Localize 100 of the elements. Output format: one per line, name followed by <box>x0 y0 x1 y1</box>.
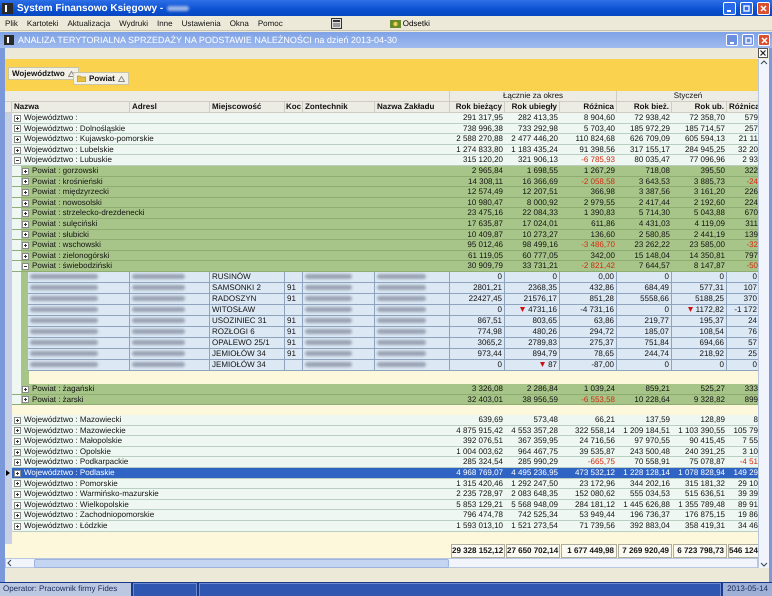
menu-item[interactable]: Inne <box>156 18 173 28</box>
group-chip[interactable]: Powiat <box>73 72 129 85</box>
calculator-icon[interactable] <box>330 18 342 28</box>
group-row[interactable]: Województwo : Mazowiecki 639,69 573,48 66,21 137,59 128,89 8 <box>5 415 758 426</box>
group-row[interactable]: Województwo : Podkarpackie 285 324,54 285 990,29 -665,75 70 558,91 75 078,87 -4 51 <box>5 457 758 468</box>
expand-icon[interactable] <box>14 125 21 132</box>
group-row[interactable]: Powiat : świebodziński 30 909,79 33 731,21 -2 821,42 7 644,57 8 147,87 -50 <box>5 261 758 272</box>
amount-cell-text: 392 883,04 <box>628 521 671 532</box>
group-row[interactable]: Powiat : strzelecko-drezdenecki 23 475,16 22 084,33 1 390,83 5 714,30 5 043,88 670 <box>5 208 758 219</box>
expand-icon[interactable] <box>14 438 21 446</box>
group-chip[interactable]: Województwo <box>8 67 79 80</box>
menu-item[interactable]: Okna <box>230 18 249 28</box>
expand-icon[interactable] <box>14 491 21 498</box>
expand-icon[interactable] <box>22 200 29 207</box>
menu-item[interactable]: Ustawienia <box>182 18 221 28</box>
close-button[interactable] <box>758 48 768 58</box>
expand-icon[interactable] <box>14 480 21 488</box>
interest-button[interactable]: Odsetki <box>390 18 430 28</box>
scroll-left-icon[interactable] <box>6 559 14 567</box>
expand-icon[interactable] <box>22 252 29 260</box>
menu-item[interactable]: Plik <box>5 18 18 28</box>
group-row[interactable]: Powiat : żarski 32 403,01 38 956,59 -6 553,58 10 228,64 9 328,82 899 <box>5 394 758 406</box>
expand-icon[interactable] <box>22 396 29 404</box>
group-row[interactable]: Województwo : Podlaskie 4 968 769,07 4 495 236,95 473 532,12 1 228 128,14 1 078 828,94 149 29 <box>5 468 758 479</box>
amount-cell-text: -665,75 <box>586 457 616 468</box>
group-row[interactable]: Województwo : 291 317,95 282 413,35 8 904,60 72 938,42 72 358,70 579 <box>5 113 758 124</box>
expand-icon[interactable] <box>14 146 21 154</box>
expand-icon[interactable] <box>14 448 21 456</box>
group-row[interactable]: Powiat : krośnieński 14 308,11 16 366,69 -2 058,58 3 643,53 3 885,73 -24 <box>5 176 758 188</box>
expand-icon[interactable] <box>14 427 21 434</box>
expand-icon[interactable] <box>14 459 21 466</box>
expand-icon[interactable] <box>22 188 29 196</box>
group-row[interactable]: Powiat : wschowski 95 012,46 98 499,16 -3 486,70 23 262,22 23 585,00 -32 <box>5 240 758 251</box>
expand-icon[interactable] <box>14 136 21 143</box>
group-row[interactable]: Powiat : żagański 3 326,08 2 286,84 1 039,24 859,21 525,27 333 <box>5 384 758 394</box>
maximize-button[interactable] <box>740 2 753 14</box>
expand-icon[interactable] <box>22 220 29 228</box>
group-label: Powiat : nowosolski <box>32 198 102 208</box>
menu-item[interactable]: Wydruki <box>119 18 148 28</box>
group-row[interactable]: Województwo : Lubelskie 1 274 833,80 1 183 435,24 91 398,56 317 155,17 284 945,25 32 20 <box>5 144 758 156</box>
group-row[interactable]: Województwo : Kujawsko-pomorskie 2 588 270,88 2 477 446,20 110 824,68 626 709,09 605 594,13 21 11 <box>5 134 758 145</box>
maximize-button[interactable] <box>742 34 754 46</box>
menu-item[interactable]: Kartoteki <box>26 18 58 28</box>
amount-cell-text: 226 <box>744 187 759 198</box>
column-group-header: Łącznie za okres <box>450 91 617 102</box>
group-row[interactable]: Województwo : Łódzkie 1 593 013,10 1 521 273,54 71 739,56 392 883,04 358 419,31 34 46 <box>5 521 758 532</box>
amount-cell: 244,74 <box>617 348 672 360</box>
vertical-scrollbar[interactable] <box>758 59 769 568</box>
group-row[interactable]: Województwo : Małopolskie 392 076,51 367 359,95 24 716,56 97 970,55 90 415,45 7 55 <box>5 436 758 447</box>
amount-cell-text: 240 391,25 <box>684 446 726 458</box>
amount-cell: 4731,16 <box>505 304 560 316</box>
expand-icon[interactable] <box>14 512 21 520</box>
menu-item[interactable]: Pomoc <box>258 18 283 28</box>
expand-icon[interactable] <box>22 210 29 218</box>
expand-icon[interactable] <box>22 168 29 175</box>
scroll-down-icon[interactable] <box>760 560 768 568</box>
amount-cell-text: 321 906,13 <box>516 155 559 166</box>
sort-icon[interactable] <box>118 76 125 82</box>
sort-icon[interactable] <box>68 70 75 76</box>
group-row[interactable]: Województwo : Zachodniopomorskie 796 474,78 742 525,34 53 949,44 196 736,37 176 875,15 19 86 <box>5 510 758 522</box>
amount-cell-text: 2 979,55 <box>582 198 616 208</box>
scroll-up-icon[interactable] <box>760 59 768 67</box>
expand-icon[interactable] <box>22 242 29 249</box>
group-row[interactable]: Województwo : Pomorskie 1 315 420,46 1 292 247,50 23 172,96 344 202,16 315 181,32 29 10 <box>5 478 758 490</box>
group-label: Województwo : Lubuskie <box>24 155 112 166</box>
expand-icon[interactable] <box>22 178 29 186</box>
collapse-icon[interactable] <box>14 157 21 164</box>
group-row[interactable]: Województwo : Mazowieckie 4 875 915,42 4 553 357,28 322 558,14 1 209 184,51 1 103 390,55 105 79 <box>5 426 758 436</box>
expand-icon[interactable] <box>14 502 21 509</box>
group-chip-label: Powiat <box>89 74 115 83</box>
minimize-button[interactable] <box>726 34 738 46</box>
expand-icon[interactable] <box>22 231 29 238</box>
expand-icon[interactable] <box>22 386 29 393</box>
town-cell: ROZŁOGI 6 <box>210 326 285 338</box>
scrollbar-thumb[interactable] <box>34 558 450 568</box>
expand-icon[interactable] <box>14 470 21 477</box>
group-row[interactable]: Powiat : sulęciński 17 635,87 17 024,01 611,86 4 431,03 4 119,09 311 <box>5 218 758 230</box>
horizontal-scrollbar[interactable] <box>5 558 758 568</box>
amount-cell-text: 95 012,46 <box>466 240 504 251</box>
expand-icon[interactable] <box>14 416 21 424</box>
group-row[interactable]: Województwo : Opolskie 1 004 003,62 964 467,75 39 535,87 243 500,48 240 391,25 3 10 <box>5 446 758 458</box>
amount-cell-text: 395,50 <box>700 166 726 177</box>
group-label: Województwo : Mazowieckie <box>24 426 126 436</box>
group-row[interactable]: Województwo : Warmińsko-mazurskie 2 235 728,97 2 083 648,35 152 080,62 555 034,53 515 636,51 39 39 <box>5 489 758 500</box>
amount-cell-text: 2 580,85 <box>638 230 671 240</box>
menu-item[interactable]: Aktualizacja <box>67 18 110 28</box>
minimize-button[interactable] <box>723 2 736 14</box>
group-row[interactable]: Województwo : Lubuskie 315 120,20 321 906,13 -6 785,93 80 035,47 77 096,96 2 93 <box>5 155 758 166</box>
group-row[interactable]: Województwo : Dolnośląskie 738 996,38 733 292,98 5 703,40 185 972,29 185 714,57 257 <box>5 124 758 134</box>
group-row[interactable]: Powiat : nowosolski 10 980,47 8 000,92 2 979,55 2 417,44 2 192,60 224 <box>5 198 758 208</box>
expand-icon[interactable] <box>14 114 21 122</box>
group-row[interactable]: Powiat : międzyrzecki 12 574,49 12 207,51 366,98 3 387,56 3 161,20 226 <box>5 187 758 198</box>
group-row[interactable]: Województwo : Wielkopolskie 5 853 129,21 5 568 948,09 284 181,12 1 445 626,88 1 355 789,48 89 91 <box>5 500 758 510</box>
group-row[interactable]: Powiat : słubicki 10 409,87 10 273,27 136,60 2 580,85 2 441,19 139 <box>5 230 758 240</box>
amount-cell-text: 4 119,09 <box>693 218 726 230</box>
expand-icon[interactable] <box>14 522 21 530</box>
collapse-icon[interactable] <box>22 263 29 270</box>
group-row[interactable]: Powiat : gorzowski 2 965,84 1 698,55 1 267,29 718,08 395,50 322 <box>5 166 758 177</box>
amount-cell-text: 1 209 184,51 <box>622 426 671 436</box>
group-row[interactable]: Powiat : zielonogórski 61 119,05 60 777,05 342,00 15 148,04 14 350,81 797 <box>5 250 758 262</box>
